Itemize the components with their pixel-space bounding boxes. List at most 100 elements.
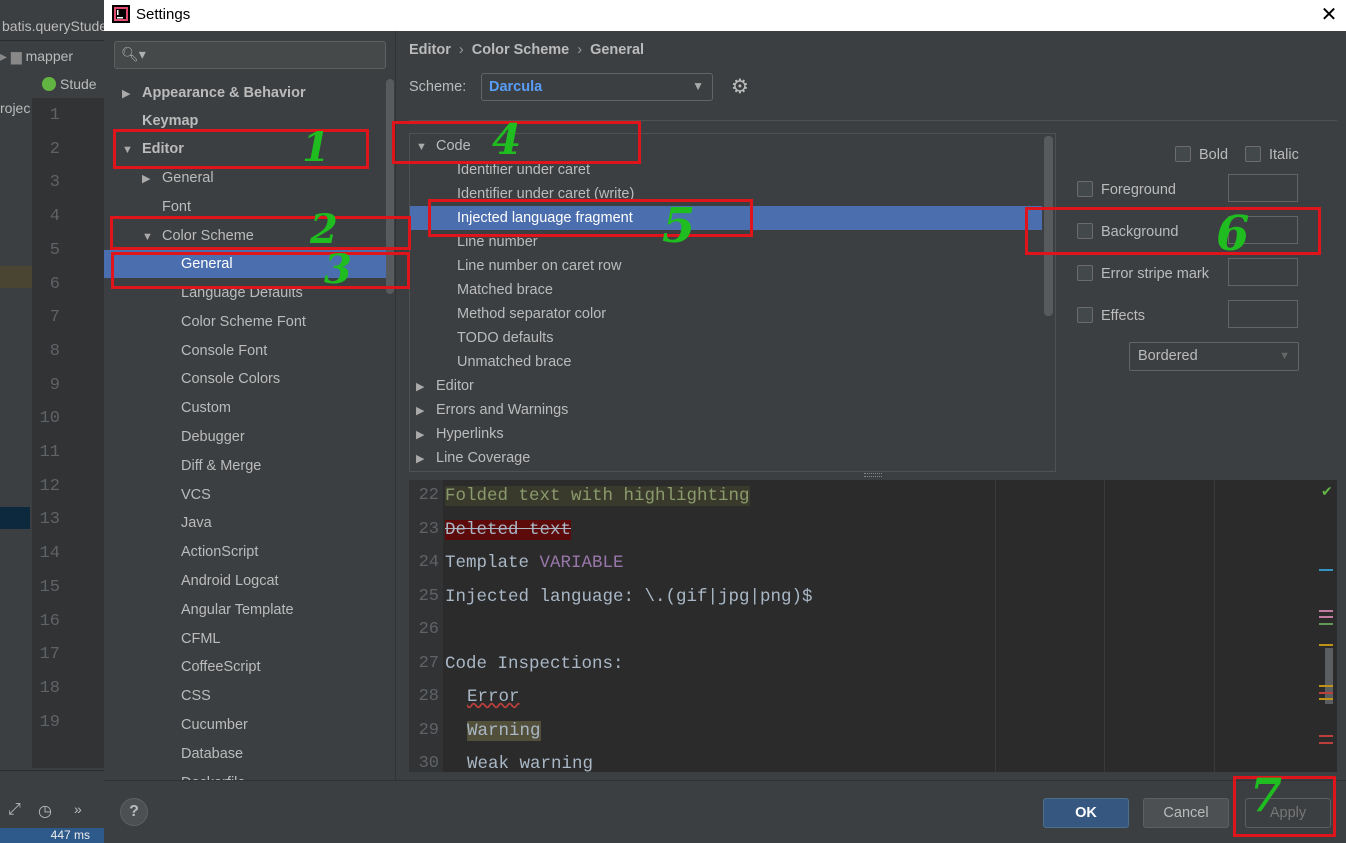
error-stripe-checkbox[interactable]: Error stripe mark — [1077, 265, 1209, 282]
nav-item-diff-merge[interactable]: Diff & Merge — [104, 452, 386, 480]
collapsed-arrow-icon[interactable]: ▶ — [416, 447, 436, 471]
error-stripe-mark[interactable] — [1319, 685, 1333, 687]
preview-line-number: 25 — [418, 586, 439, 606]
perf-indicator: 447 ms — [0, 828, 104, 843]
tree-item[interactable]: TODO defaults — [410, 326, 1042, 350]
breadcrumb-item[interactable]: Color Scheme — [472, 42, 570, 58]
error-stripe-mark[interactable] — [1319, 569, 1333, 571]
scheme-value: Darcula — [489, 79, 543, 95]
nav-item-appearance[interactable]: ▶ Appearance & Behavior — [104, 79, 386, 107]
cancel-button[interactable]: Cancel — [1143, 798, 1229, 828]
ide-line-number: 9 — [49, 375, 60, 395]
breadcrumb-item[interactable]: Editor — [409, 42, 451, 58]
intellij-icon — [112, 5, 130, 23]
nav-item-color-scheme-font[interactable]: Color Scheme Font — [104, 308, 386, 336]
nav-item-angular-template[interactable]: Angular Template — [104, 596, 386, 624]
effects-checkbox[interactable]: Effects — [1077, 307, 1145, 324]
error-stripe-mark[interactable] — [1319, 644, 1333, 646]
nav-item-cfml[interactable]: CFML — [104, 625, 386, 653]
error-stripe-label: Error stripe mark — [1101, 266, 1209, 282]
help-button[interactable]: ? — [120, 798, 148, 826]
nav-item-label: Font — [162, 199, 192, 215]
annotation-digit-1: 1 — [302, 124, 330, 171]
tree-group[interactable]: ▶ Hyperlinks — [410, 422, 1042, 446]
search-input[interactable]: 🔍︎▾ — [114, 41, 386, 69]
nav-item-debugger[interactable]: Debugger — [104, 423, 386, 451]
interface-icon — [42, 77, 56, 91]
error-stripe-mark[interactable] — [1319, 692, 1333, 694]
nav-item-android-logcat[interactable]: Android Logcat — [104, 567, 386, 595]
tree-item[interactable]: Line number on caret row — [410, 254, 1042, 278]
foreground-swatch[interactable] — [1228, 174, 1298, 202]
bold-label: Bold — [1199, 147, 1229, 163]
italic-checkbox[interactable]: Italic — [1245, 146, 1299, 163]
foreground-checkbox[interactable]: Foreground — [1077, 181, 1176, 198]
nav-item-java[interactable]: Java — [104, 509, 386, 537]
close-button[interactable]: ✕ — [1312, 0, 1346, 31]
nav-item-console-colors[interactable]: Console Colors — [104, 365, 386, 393]
ide-line-number: 10 — [39, 409, 60, 429]
nav-item-actionscript[interactable]: ActionScript — [104, 538, 386, 566]
nav-item-label: VCS — [181, 486, 211, 503]
ide-line-number: 1 — [49, 106, 60, 125]
error-stripe-mark[interactable] — [1319, 742, 1333, 744]
nav-item-cucumber[interactable]: Cucumber — [104, 711, 386, 739]
tree-group[interactable]: ▶ Errors and Warnings — [410, 398, 1042, 422]
preview-editor[interactable]: 22 Folded text with highlighting 23 Deleted… — [409, 480, 1337, 772]
nav-item-custom[interactable]: Custom — [104, 394, 386, 422]
ide-breadcrumb[interactable]: ▸ ▆ mapper — [0, 40, 104, 70]
ide-editor-tab[interactable]: batis.queryStude — [0, 12, 104, 40]
error-stripe-mark[interactable] — [1319, 610, 1333, 612]
error-stripe-mark[interactable] — [1319, 616, 1333, 618]
expand-icon[interactable]: ⤢ — [8, 801, 21, 819]
settings-dialog: Settings ✕ 🔍︎▾ ▶ Appearance & Behavior Key… — [104, 0, 1346, 843]
nav-item-label: General — [162, 170, 214, 186]
gear-icon[interactable]: ⚙ — [731, 76, 753, 98]
splitter-handle[interactable] — [864, 473, 882, 477]
clock-icon[interactable]: ◷ — [38, 801, 52, 821]
error-stripe-mark[interactable] — [1319, 698, 1333, 700]
ide-line-number: 14 — [39, 544, 60, 564]
project-row-highlight — [0, 266, 32, 288]
nav-item-console-font[interactable]: Console Font — [104, 337, 386, 365]
scheme-select[interactable]: Darcula ▼ — [481, 73, 713, 101]
bold-checkbox[interactable]: Bold — [1175, 146, 1228, 163]
tree-group[interactable]: ▶ Line Coverage — [410, 446, 1042, 470]
nav-item-label: Cucumber — [181, 717, 248, 733]
annotation-box-5 — [428, 199, 753, 237]
chevron-down-icon: ▼ — [1279, 350, 1290, 362]
right-margin-guide — [995, 480, 996, 772]
preview-code-line: Injected language: \.(gif|jpg|png)$ — [445, 585, 813, 609]
tree-group[interactable]: ▶ Editor — [410, 374, 1042, 398]
error-stripe-swatch[interactable] — [1228, 258, 1298, 286]
more-icon[interactable]: » — [74, 801, 82, 817]
nav-item-label: Java — [181, 515, 212, 532]
nav-item-label: Custom — [181, 400, 231, 417]
tree-item[interactable]: Unmatched brace — [410, 350, 1042, 374]
ide-file-tab[interactable]: Stude — [0, 70, 104, 98]
ok-button[interactable]: OK — [1043, 798, 1129, 828]
preview-code-line: Code Inspections: — [445, 652, 624, 676]
right-margin-guide — [1104, 480, 1105, 772]
collapsed-arrow-icon[interactable]: ▶ — [142, 165, 156, 193]
collapsed-arrow-icon[interactable]: ▶ — [416, 399, 436, 423]
collapsed-arrow-icon[interactable]: ▶ — [416, 423, 436, 447]
title-bar: Settings ✕ — [104, 0, 1346, 31]
tree-item-label: Line number on caret row — [457, 258, 622, 274]
error-stripe-mark[interactable] — [1319, 735, 1333, 737]
collapsed-arrow-icon[interactable]: ▶ — [122, 80, 136, 108]
tree-item[interactable]: Method separator color — [410, 302, 1042, 326]
tree-item[interactable]: Matched brace — [410, 278, 1042, 302]
preview-scrollbar[interactable] — [1325, 648, 1333, 704]
nav-item-css[interactable]: CSS — [104, 682, 386, 710]
nav-item-label: CSS — [181, 688, 211, 705]
nav-item-vcs[interactable]: VCS — [104, 481, 386, 509]
nav-item-database[interactable]: Database — [104, 740, 386, 768]
breadcrumb: Editor › Color Scheme › General — [409, 42, 644, 58]
error-stripe-mark[interactable] — [1319, 623, 1333, 625]
collapsed-arrow-icon[interactable]: ▶ — [416, 375, 436, 399]
effects-swatch[interactable] — [1228, 300, 1298, 328]
nav-item-coffeescript[interactable]: CoffeeScript — [104, 653, 386, 681]
nav-item-dockerfile[interactable]: Dockerfile — [104, 769, 386, 780]
effects-type-select[interactable]: Bordered ▼ — [1129, 342, 1299, 371]
